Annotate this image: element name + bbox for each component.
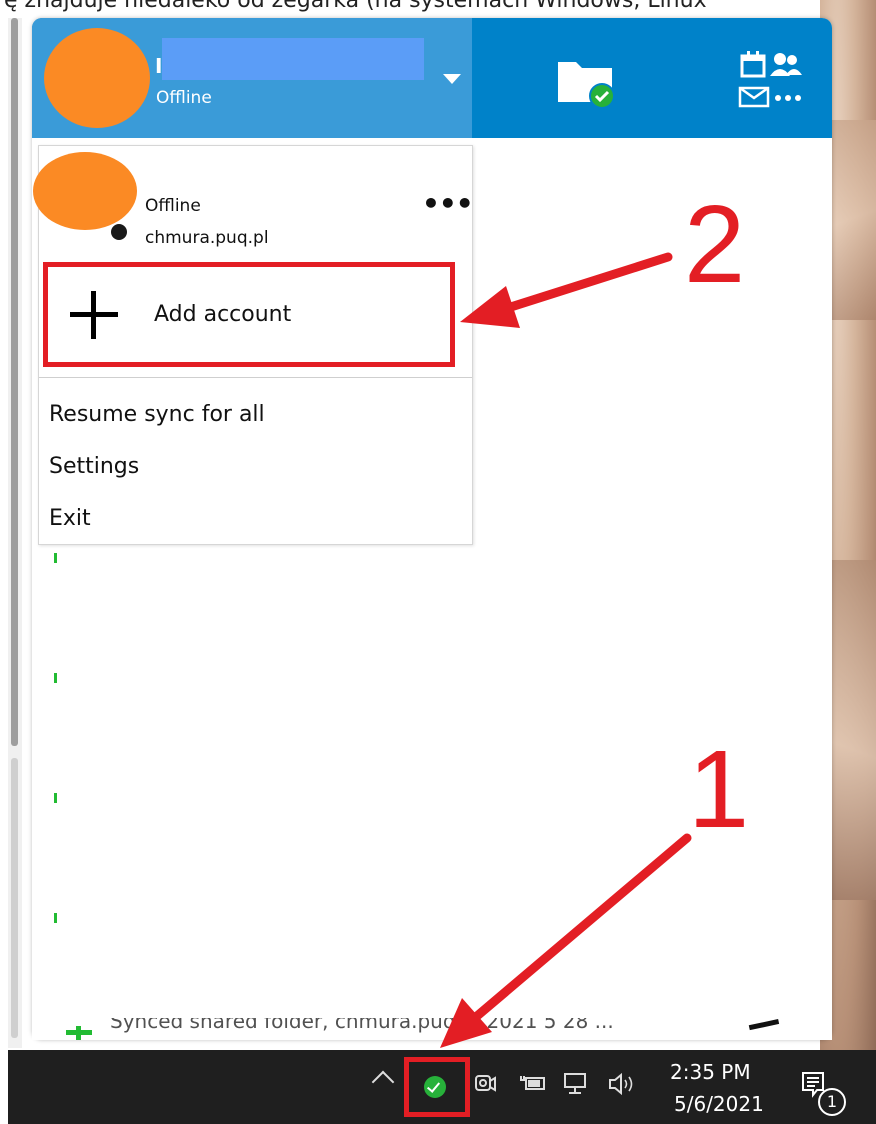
contacts-icon	[770, 53, 802, 76]
menu-divider	[39, 377, 472, 378]
menu-item-resume-sync[interactable]: Resume sync for all	[49, 402, 265, 427]
check-icon	[748, 1019, 782, 1040]
menu-item-exit[interactable]: Exit	[49, 506, 91, 531]
current-account-button[interactable]: I Offline	[32, 18, 472, 138]
folder-sync-icon[interactable]	[556, 52, 616, 110]
clock-date[interactable]: 5/6/2021	[674, 1092, 764, 1116]
camera-icon[interactable]	[474, 1072, 496, 1102]
calendar-icon	[740, 51, 766, 78]
account-status: Offline	[156, 88, 212, 108]
more-icon	[775, 95, 801, 101]
page-caption-text: ę znajduje niedaleko od zegarka (na syst…	[4, 0, 707, 13]
menu-account-server: chmura.puq.pl	[145, 228, 269, 248]
menu-item-settings[interactable]: Settings	[49, 454, 139, 479]
activity-status-mark	[54, 673, 57, 683]
account-name-redacted	[162, 38, 424, 80]
mail-icon	[738, 86, 770, 108]
notification-count-badge: 1	[818, 1088, 846, 1116]
activity-item-text: Synced shared folder, chmura.puq.pl 2021…	[110, 1018, 614, 1033]
scrollbar-track-lower	[11, 758, 18, 1038]
account-dropdown-menu: Offline chmura.puq.pl ••• Add account Re…	[33, 145, 474, 545]
page-scrollbar[interactable]	[8, 18, 22, 1048]
more-options-icon[interactable]: •••	[422, 190, 474, 218]
activity-status-mark	[54, 793, 57, 803]
account-name-initial: I	[155, 54, 163, 78]
sync-ok-icon[interactable]	[424, 1076, 446, 1098]
add-account-label: Add account	[154, 302, 292, 327]
chevron-down-icon[interactable]	[443, 74, 461, 84]
plus-icon	[70, 291, 118, 339]
windows-taskbar: 2:35 PM 5/6/2021 1	[8, 1050, 876, 1124]
volume-icon[interactable]	[608, 1072, 636, 1102]
clock-time[interactable]: 2:35 PM	[670, 1060, 751, 1084]
add-icon	[66, 1026, 92, 1040]
status-dot-icon	[111, 224, 127, 240]
network-icon[interactable]	[563, 1072, 589, 1102]
battery-icon[interactable]	[520, 1072, 546, 1100]
activity-status-mark	[54, 553, 57, 563]
avatar	[33, 152, 137, 230]
window-header: I Offline	[32, 18, 832, 138]
activity-status-mark	[54, 913, 57, 923]
add-account-button[interactable]: Add account	[43, 262, 455, 367]
activity-list-item[interactable]: Synced shared folder, chmura.puq.pl 2021…	[32, 1018, 832, 1040]
menu-account-status: Offline	[145, 196, 201, 216]
avatar	[44, 28, 150, 128]
apps-menu-button[interactable]	[738, 48, 810, 110]
scrollbar-thumb[interactable]	[11, 18, 18, 746]
chevron-up-icon[interactable]	[371, 1070, 395, 1094]
